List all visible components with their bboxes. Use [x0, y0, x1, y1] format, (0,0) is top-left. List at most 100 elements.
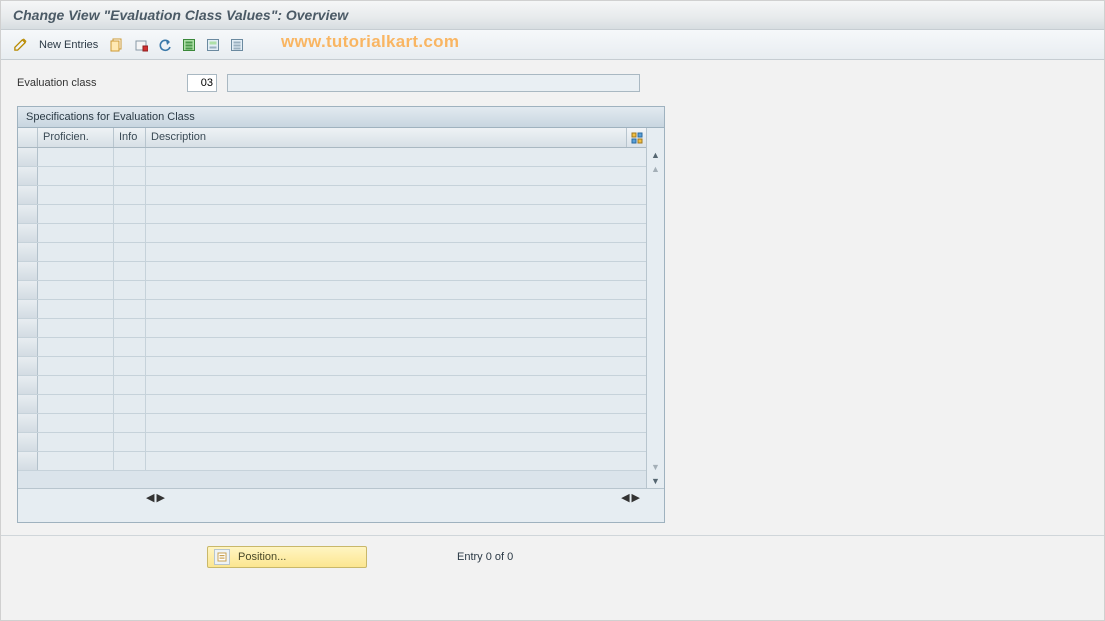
table-row[interactable] [18, 148, 646, 167]
scroll-right-icon[interactable]: ▶ [156, 491, 164, 504]
row-selector[interactable] [18, 167, 38, 185]
row-selector[interactable] [18, 452, 38, 470]
column-description[interactable]: Description [146, 128, 626, 147]
table-row[interactable] [18, 433, 646, 452]
cell-info[interactable] [114, 186, 146, 204]
select-block-icon[interactable] [204, 36, 222, 54]
table-row[interactable] [18, 186, 646, 205]
scroll-left-end-icon[interactable]: ◀ [621, 491, 629, 504]
toggle-edit-icon[interactable] [11, 36, 29, 54]
cell-proficien[interactable] [38, 395, 114, 413]
table-row[interactable] [18, 395, 646, 414]
cell-description[interactable] [146, 205, 646, 223]
scroll-down-icon[interactable]: ▼ [649, 474, 663, 488]
cell-description[interactable] [146, 433, 646, 451]
cell-proficien[interactable] [38, 319, 114, 337]
cell-description[interactable] [146, 395, 646, 413]
row-selector[interactable] [18, 281, 38, 299]
row-selector[interactable] [18, 319, 38, 337]
cell-description[interactable] [146, 414, 646, 432]
cell-info[interactable] [114, 338, 146, 356]
scroll-up-icon[interactable]: ▲ [649, 148, 663, 162]
table-settings-icon[interactable] [626, 128, 646, 147]
cell-description[interactable] [146, 186, 646, 204]
cell-info[interactable] [114, 414, 146, 432]
table-row[interactable] [18, 300, 646, 319]
table-row[interactable] [18, 224, 646, 243]
row-selector[interactable] [18, 414, 38, 432]
row-selector[interactable] [18, 433, 38, 451]
cell-description[interactable] [146, 224, 646, 242]
cell-info[interactable] [114, 319, 146, 337]
delete-icon[interactable] [132, 36, 150, 54]
row-selector[interactable] [18, 262, 38, 280]
scroll-down-step-icon[interactable]: ▼ [649, 460, 663, 474]
table-row[interactable] [18, 357, 646, 376]
copy-icon[interactable] [108, 36, 126, 54]
cell-info[interactable] [114, 357, 146, 375]
cell-proficien[interactable] [38, 452, 114, 470]
cell-info[interactable] [114, 433, 146, 451]
new-entries-button[interactable]: New Entries [35, 39, 102, 51]
cell-info[interactable] [114, 300, 146, 318]
row-selector[interactable] [18, 338, 38, 356]
cell-description[interactable] [146, 376, 646, 394]
evaluation-class-input[interactable] [187, 74, 217, 92]
evaluation-class-description-input[interactable] [227, 74, 640, 92]
cell-description[interactable] [146, 338, 646, 356]
cell-proficien[interactable] [38, 167, 114, 185]
cell-info[interactable] [114, 281, 146, 299]
cell-info[interactable] [114, 243, 146, 261]
undo-icon[interactable] [156, 36, 174, 54]
cell-proficien[interactable] [38, 205, 114, 223]
scroll-right-end-icon[interactable]: ▶ [632, 491, 640, 504]
cell-info[interactable] [114, 148, 146, 166]
position-button[interactable]: Position... [207, 546, 367, 568]
row-selector[interactable] [18, 300, 38, 318]
row-selector[interactable] [18, 376, 38, 394]
row-selector[interactable] [18, 205, 38, 223]
cell-description[interactable] [146, 300, 646, 318]
cell-info[interactable] [114, 452, 146, 470]
cell-proficien[interactable] [38, 357, 114, 375]
table-row[interactable] [18, 243, 646, 262]
cell-proficien[interactable] [38, 433, 114, 451]
cell-proficien[interactable] [38, 338, 114, 356]
cell-description[interactable] [146, 243, 646, 261]
table-row[interactable] [18, 452, 646, 471]
scroll-up-step-icon[interactable]: ▲ [649, 162, 663, 176]
cell-description[interactable] [146, 281, 646, 299]
cell-description[interactable] [146, 262, 646, 280]
cell-info[interactable] [114, 262, 146, 280]
table-row[interactable] [18, 281, 646, 300]
cell-description[interactable] [146, 452, 646, 470]
cell-description[interactable] [146, 148, 646, 166]
cell-description[interactable] [146, 167, 646, 185]
cell-info[interactable] [114, 224, 146, 242]
scroll-left-icon[interactable]: ◀ [146, 491, 154, 504]
row-selector[interactable] [18, 395, 38, 413]
horizontal-scrollbar[interactable]: ◀ ▶ ◀ ▶ [18, 488, 664, 506]
cell-proficien[interactable] [38, 243, 114, 261]
cell-proficien[interactable] [38, 262, 114, 280]
cell-info[interactable] [114, 167, 146, 185]
table-row[interactable] [18, 205, 646, 224]
row-selector[interactable] [18, 224, 38, 242]
cell-proficien[interactable] [38, 300, 114, 318]
cell-info[interactable] [114, 205, 146, 223]
table-row[interactable] [18, 319, 646, 338]
column-selector[interactable] [18, 128, 38, 147]
cell-info[interactable] [114, 376, 146, 394]
column-info[interactable]: Info [114, 128, 146, 147]
row-selector[interactable] [18, 148, 38, 166]
vertical-scrollbar[interactable]: ▲ ▲ ▼ ▼ [646, 128, 664, 488]
row-selector[interactable] [18, 186, 38, 204]
cell-description[interactable] [146, 319, 646, 337]
cell-proficien[interactable] [38, 281, 114, 299]
cell-description[interactable] [146, 357, 646, 375]
table-row[interactable] [18, 376, 646, 395]
cell-proficien[interactable] [38, 376, 114, 394]
table-row[interactable] [18, 167, 646, 186]
column-proficien[interactable]: Proficien. [38, 128, 114, 147]
cell-proficien[interactable] [38, 186, 114, 204]
